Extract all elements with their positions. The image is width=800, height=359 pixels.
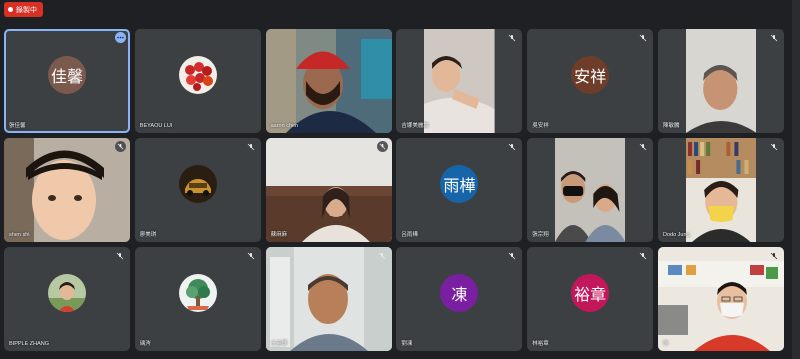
mic-off-icon bbox=[638, 33, 648, 43]
participant-name: 劉凍 bbox=[401, 341, 413, 347]
participant-grid: 佳馨 張佳馨 BEYAOU LUI aaron chen 吉娜美麗說 安祥 吳安… bbox=[4, 29, 784, 351]
girl-leaning-video bbox=[424, 29, 495, 133]
more-options-button[interactable] bbox=[115, 32, 126, 43]
participant-name: aaron chen bbox=[270, 123, 299, 129]
participant-avatar: 佳馨 bbox=[48, 55, 86, 94]
bald-man-video bbox=[265, 247, 392, 351]
boy-mask-classroom-video bbox=[657, 247, 784, 351]
participant-name: 蘇麻麻 bbox=[270, 232, 288, 238]
mic-off-icon bbox=[769, 251, 779, 261]
mic-off-icon bbox=[376, 141, 388, 152]
participant-tile[interactable]: shen shi bbox=[4, 138, 130, 242]
meeting-stage: 錄製中 佳馨 張佳馨 BEYAOU LUI aaron chen 吉娜美麗說 安… bbox=[0, 0, 800, 359]
participant-tile[interactable]: BEYAOU LUI bbox=[134, 29, 261, 133]
mic-off-icon bbox=[638, 251, 648, 261]
participant-tile[interactable]: Dodo Jung bbox=[657, 138, 784, 242]
participant-tile-self[interactable]: 你 bbox=[657, 247, 784, 351]
mic-off-icon bbox=[377, 251, 387, 261]
participant-name: 吳安祥 bbox=[532, 123, 549, 129]
two-people-video bbox=[554, 138, 626, 242]
recording-label: 錄製中 bbox=[16, 6, 37, 14]
woman-sofa-video bbox=[265, 138, 392, 242]
more-dots-icon bbox=[117, 36, 124, 39]
participant-tile[interactable]: 裕章 林裕章 bbox=[527, 247, 654, 351]
mic-off-icon bbox=[769, 33, 779, 43]
participant-name: 你 bbox=[662, 341, 669, 347]
participant-tile[interactable]: 凍 劉凍 bbox=[396, 247, 523, 351]
participant-name: Dodo Jung bbox=[662, 232, 690, 238]
fruit-avatar bbox=[178, 55, 217, 94]
participant-name: 廖美琪 bbox=[139, 232, 157, 238]
participant-tile[interactable]: 蘇麻麻 bbox=[265, 138, 392, 242]
participant-avatar: 安祥 bbox=[571, 55, 610, 94]
participant-tile[interactable]: 吉娜美麗說 bbox=[396, 29, 523, 133]
participant-avatar: 雨樺 bbox=[440, 164, 479, 203]
participant-name: 張佳馨 bbox=[9, 123, 26, 129]
participant-avatar: 凍 bbox=[440, 273, 479, 312]
mic-off-icon bbox=[507, 251, 517, 261]
participant-tile[interactable]: 王金輝 bbox=[265, 247, 392, 351]
participant-tile[interactable]: 佳馨 張佳馨 bbox=[4, 29, 130, 133]
mic-off-icon bbox=[507, 142, 517, 152]
mic-off-icon bbox=[507, 33, 517, 43]
participant-tile[interactable]: 陳敏騰 bbox=[657, 29, 784, 133]
participant-name: shen shi bbox=[9, 232, 30, 238]
participant-tile[interactable]: 廖美琪 bbox=[134, 138, 261, 242]
participant-tile[interactable]: BIPPLE ZHANG bbox=[4, 247, 130, 351]
participant-name: 吉娜美麗說 bbox=[401, 123, 429, 129]
participant-tile[interactable]: 雨樺 呂雨樺 bbox=[396, 138, 523, 242]
right-edge-strip bbox=[792, 0, 800, 359]
participant-tile[interactable]: aaron chen bbox=[265, 29, 392, 133]
tree-avatar bbox=[178, 273, 217, 312]
participant-name: 林裕章 bbox=[532, 341, 549, 347]
participant-avatar: 裕章 bbox=[571, 273, 610, 312]
child-closeup-video bbox=[4, 138, 130, 242]
participant-tile[interactable]: 張宗翔 bbox=[527, 138, 654, 242]
child-green-avatar bbox=[48, 273, 86, 312]
woman-mask-bookshelf-video bbox=[685, 138, 757, 242]
mic-off-icon bbox=[246, 142, 256, 152]
mic-off-icon bbox=[769, 142, 779, 152]
participant-tile[interactable]: 瑀涔 bbox=[134, 247, 261, 351]
mic-off-icon bbox=[115, 251, 125, 261]
participant-name: 瑀涔 bbox=[139, 341, 151, 347]
participant-name: 張宗翔 bbox=[532, 232, 549, 238]
mic-off-icon bbox=[246, 251, 256, 261]
participant-name: 王金輝 bbox=[270, 341, 288, 347]
car-avatar bbox=[178, 164, 217, 203]
record-dot-icon bbox=[8, 7, 13, 12]
participant-name: BEYAOU LUI bbox=[139, 123, 173, 129]
older-man-video bbox=[685, 29, 757, 133]
mic-off-icon bbox=[638, 142, 648, 152]
participant-name: 陳敏騰 bbox=[662, 123, 680, 129]
participant-name: 呂雨樺 bbox=[401, 232, 418, 238]
man-red-cap-video bbox=[265, 29, 392, 133]
participant-name: BIPPLE ZHANG bbox=[9, 341, 50, 347]
participant-tile[interactable]: 安祥 吳安祥 bbox=[527, 29, 654, 133]
mic-off-icon bbox=[115, 141, 126, 152]
recording-badge[interactable]: 錄製中 bbox=[4, 2, 43, 17]
